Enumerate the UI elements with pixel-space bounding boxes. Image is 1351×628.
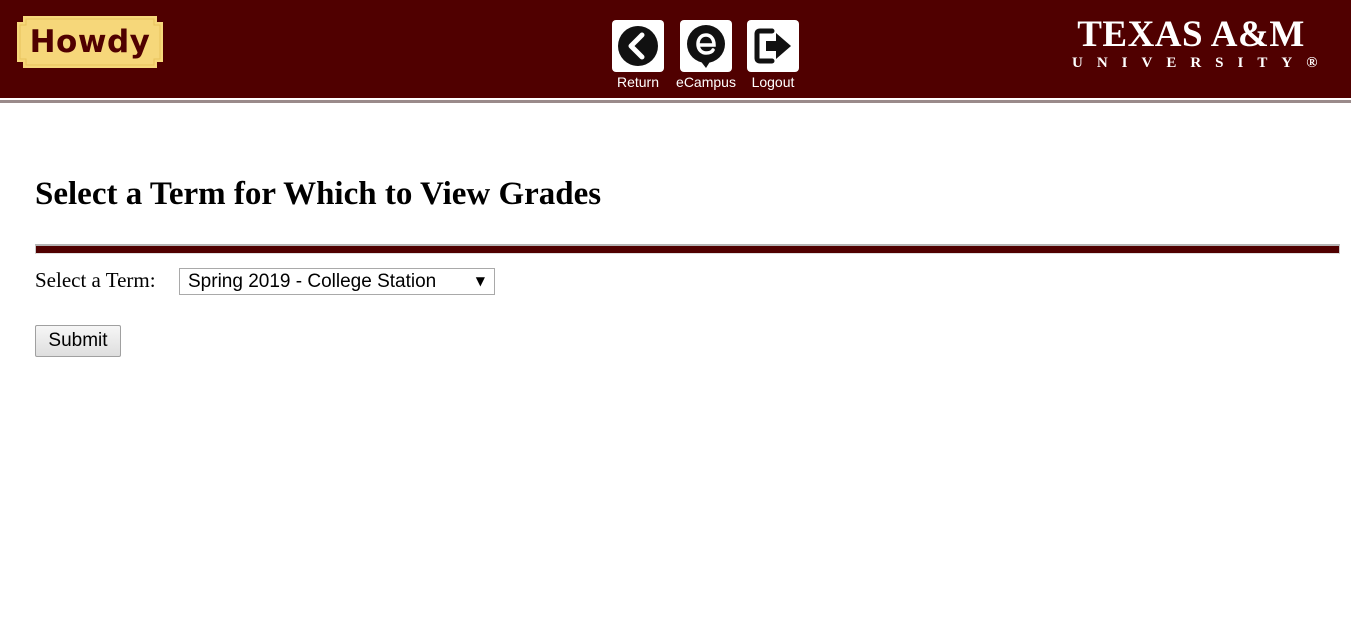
logout-arrow-icon — [754, 28, 791, 64]
dropdown-arrow-icon: ▼ — [475, 274, 485, 288]
page-title: Select a Term for Which to View Grades — [35, 176, 602, 212]
logout-button[interactable]: Logout — [740, 20, 806, 90]
ecampus-icon — [687, 25, 725, 68]
chevron-left-circle-icon — [618, 26, 658, 66]
logout-icon-box[interactable] — [747, 20, 799, 72]
ecampus-icon-box[interactable] — [680, 20, 732, 72]
return-icon-box[interactable] — [612, 20, 664, 72]
term-select-value: Spring 2019 - College Station — [188, 271, 437, 292]
title-divider — [35, 244, 1340, 254]
howdy-logo[interactable]: Howdy — [17, 16, 163, 68]
tamu-logo-line1: TEXAS A&M — [1077, 14, 1305, 55]
ecampus-button[interactable]: eCampus — [673, 20, 739, 90]
logout-label: Logout — [751, 74, 795, 90]
term-label: Select a Term: — [35, 268, 156, 292]
ecampus-label: eCampus — [676, 74, 736, 90]
tamu-logo-line2: UNIVERSITY® — [1072, 55, 1332, 71]
return-button[interactable]: Return — [605, 20, 671, 90]
return-label: Return — [616, 74, 660, 90]
term-select[interactable]: Spring 2019 - College Station ▼ — [179, 268, 495, 295]
header-divider-shadow — [0, 100, 1351, 103]
howdy-logo-text: Howdy — [29, 24, 151, 60]
submit-button[interactable]: Submit — [35, 325, 121, 357]
tamu-logo[interactable]: TEXAS A&M UNIVERSITY® — [1062, 14, 1332, 72]
